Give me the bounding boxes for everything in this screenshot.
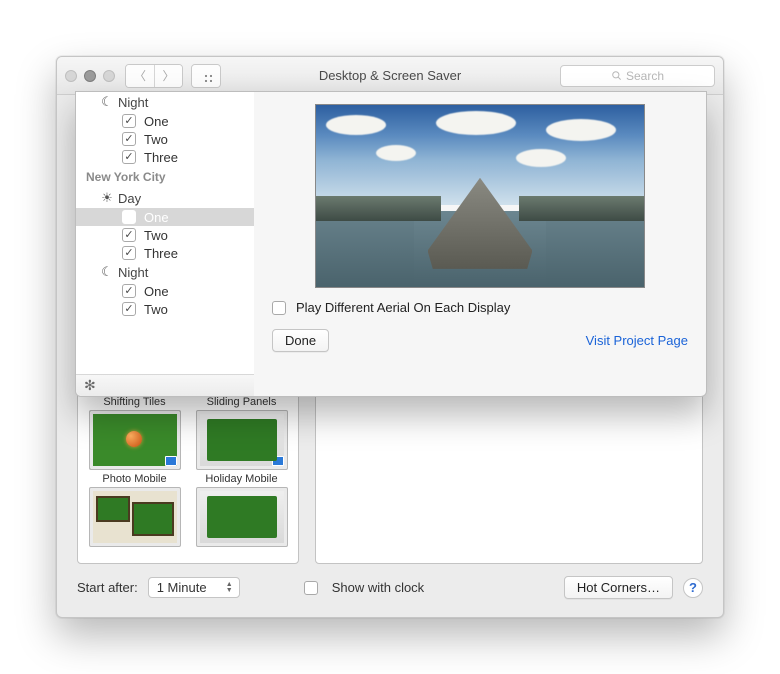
forward-button[interactable]: 〉 (154, 65, 182, 87)
window-controls (65, 70, 115, 82)
aerial-options-sheet: ☾Night One Two Three New York City ☀Day … (75, 91, 707, 397)
video-checkbox[interactable] (122, 150, 136, 164)
hot-corners-button[interactable]: Hot Corners… (564, 576, 673, 599)
saver-item-holiday-mobile[interactable]: Holiday Mobile (191, 410, 292, 485)
moon-icon: ☾ (100, 94, 114, 110)
visit-project-link[interactable]: Visit Project Page (586, 333, 688, 348)
saver-item[interactable] (191, 487, 292, 550)
play-different-label: Play Different Aerial On Each Display (296, 300, 510, 315)
video-checkbox[interactable] (122, 302, 136, 316)
zoom-button[interactable] (103, 70, 115, 82)
chevron-left-icon: 〈 (134, 67, 146, 84)
search-icon (611, 70, 622, 81)
thumbnail (196, 410, 288, 470)
video-checkbox[interactable] (122, 284, 136, 298)
time-group-night[interactable]: ☾Night (76, 262, 254, 282)
show-with-clock-checkbox[interactable] (304, 581, 318, 595)
titlebar: 〈 〉 Desktop & Screen Saver Search (57, 57, 723, 95)
search-field[interactable]: Search (560, 65, 715, 87)
video-row-selected[interactable]: One (76, 208, 254, 226)
video-checkbox[interactable] (122, 132, 136, 146)
video-row[interactable]: Three (76, 244, 254, 262)
start-after-label: Start after: (77, 580, 138, 595)
list-footer: ✻ (76, 374, 254, 396)
aerial-preview-image (315, 104, 645, 288)
bottom-controls: Start after: 1 Minute ▲▼ Show with clock… (77, 564, 703, 599)
stepper-icon: ▲▼ (226, 582, 233, 594)
video-checkbox[interactable] (122, 246, 136, 260)
saver-item-photo-mobile[interactable]: Photo Mobile (84, 410, 185, 485)
help-button[interactable]: ? (683, 578, 703, 598)
video-row[interactable]: One (76, 282, 254, 300)
video-checkbox[interactable] (122, 228, 136, 242)
saver-item[interactable] (84, 487, 185, 550)
video-row[interactable]: Three (76, 148, 254, 166)
aerial-video-list[interactable]: ☾Night One Two Three New York City ☀Day … (76, 92, 254, 396)
chevron-right-icon: 〉 (162, 67, 174, 84)
time-group-night[interactable]: ☾Night (76, 92, 254, 112)
start-after-select[interactable]: 1 Minute ▲▼ (148, 577, 240, 598)
time-group-day[interactable]: ☀Day (76, 188, 254, 208)
thumbnail (89, 487, 181, 547)
done-button[interactable]: Done (272, 329, 329, 352)
video-row[interactable]: One (76, 112, 254, 130)
city-header[interactable]: New York City (76, 166, 254, 188)
sun-icon: ☀ (100, 190, 114, 206)
moon-icon: ☾ (100, 264, 114, 280)
video-row[interactable]: Two (76, 226, 254, 244)
system-preferences-window: 〈 〉 Desktop & Screen Saver Search Shifti… (56, 56, 724, 618)
thumbnail (89, 410, 181, 470)
thumbnail (196, 487, 288, 547)
close-button[interactable] (65, 70, 77, 82)
grid-icon (200, 70, 212, 82)
search-placeholder: Search (626, 69, 664, 83)
video-row[interactable]: Two (76, 300, 254, 318)
saver-item-sliding-panels[interactable]: Sliding Panels (191, 396, 292, 408)
saver-item-shifting-tiles[interactable]: Shifting Tiles (84, 396, 185, 408)
gear-icon[interactable]: ✻ (84, 377, 96, 394)
show-with-clock-label: Show with clock (332, 580, 424, 595)
show-all-button[interactable] (191, 64, 221, 88)
video-checkbox[interactable] (122, 114, 136, 128)
minimize-button[interactable] (84, 70, 96, 82)
play-different-checkbox[interactable] (272, 301, 286, 315)
back-button[interactable]: 〈 (126, 65, 154, 87)
video-checkbox[interactable] (122, 210, 136, 224)
video-row[interactable]: Two (76, 130, 254, 148)
nav-buttons: 〈 〉 (125, 64, 183, 88)
